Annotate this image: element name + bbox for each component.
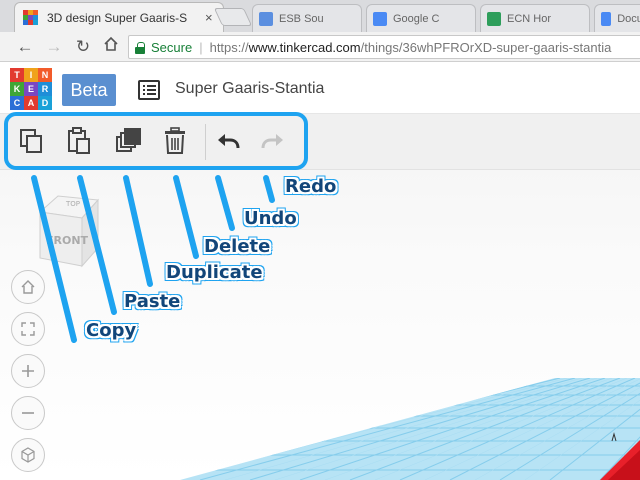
annotation-lines <box>31 175 275 343</box>
redo-icon <box>261 134 283 149</box>
duplicate-icon <box>116 128 141 152</box>
annotation-delete: Delete <box>204 236 271 257</box>
annotation-redo: Redo <box>285 176 337 197</box>
edit-toolbar <box>4 112 308 170</box>
toolbar-divider <box>205 124 206 160</box>
copy-button[interactable] <box>14 124 48 158</box>
annotation-duplicate: Duplicate <box>166 262 263 283</box>
redo-button[interactable] <box>256 124 290 158</box>
paste-button[interactable] <box>62 124 96 158</box>
trash-icon <box>165 127 185 154</box>
undo-icon <box>218 134 240 149</box>
duplicate-button[interactable] <box>112 124 146 158</box>
annotation-paste: Paste <box>124 291 181 312</box>
copy-icon <box>20 129 42 153</box>
paste-icon <box>68 127 90 154</box>
undo-button[interactable] <box>211 124 245 158</box>
annotation-undo: Undo <box>244 208 297 229</box>
delete-button[interactable] <box>158 124 192 158</box>
annotation-copy: Copy <box>86 320 137 341</box>
